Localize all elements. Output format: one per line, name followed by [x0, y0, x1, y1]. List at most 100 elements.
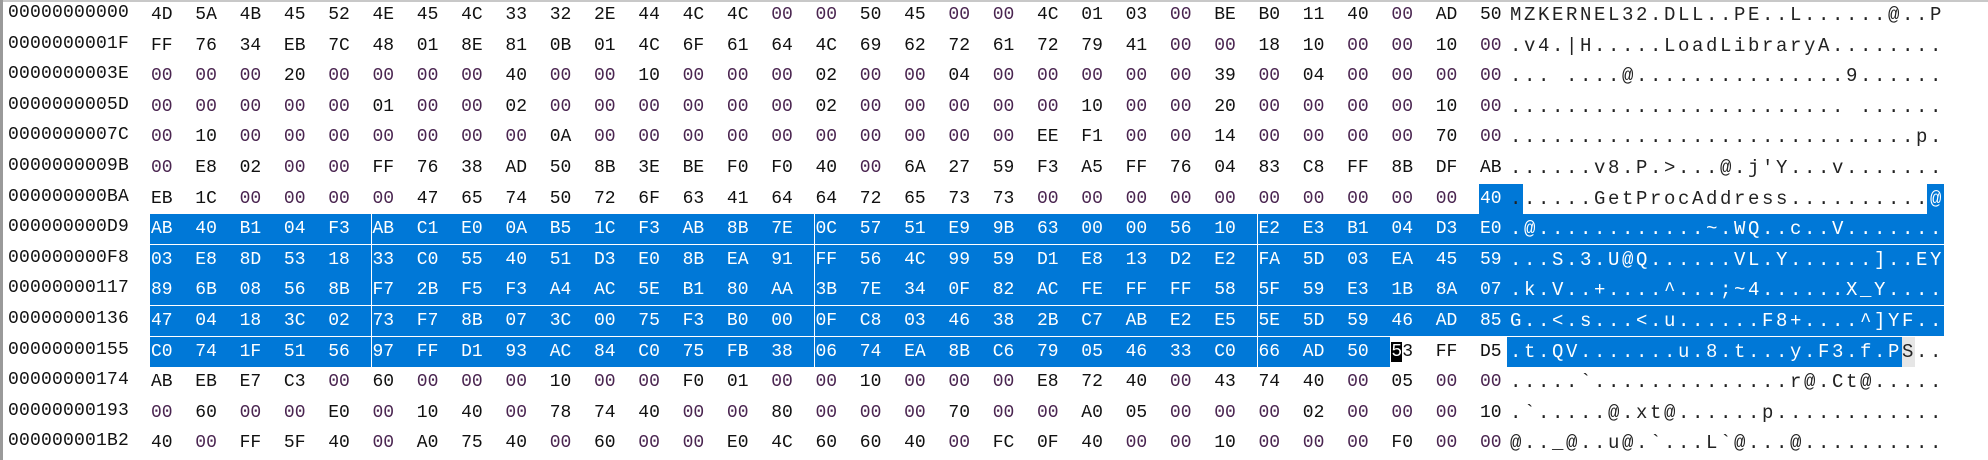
hex-byte[interactable]: 74 [1258, 367, 1302, 397]
hex-byte[interactable]: C8 [1302, 153, 1346, 183]
hex-byte[interactable]: 00 [1435, 367, 1479, 397]
hex-byte[interactable]: 50 [1346, 336, 1391, 367]
hex-byte[interactable]: 6F [682, 31, 726, 61]
hex-byte[interactable]: 69 [859, 31, 903, 61]
hex-byte[interactable]: C3 [283, 367, 327, 397]
hex-byte[interactable]: FF [1435, 337, 1479, 367]
hex-byte[interactable]: 0A [504, 214, 549, 245]
hex-byte[interactable]: 59 [1346, 306, 1391, 336]
hex-byte[interactable]: 00 [859, 122, 903, 152]
hex-byte[interactable]: 97 [371, 336, 416, 367]
hex-byte[interactable]: E8 [1036, 367, 1080, 397]
hex-byte[interactable]: 72 [1080, 367, 1124, 397]
hex-byte[interactable]: 74 [858, 336, 904, 367]
hex-byte[interactable]: 55 [460, 244, 505, 275]
hex-byte[interactable]: 00 [327, 122, 371, 152]
hex-byte[interactable]: 45 [416, 0, 460, 30]
hex-byte[interactable]: E9 [947, 214, 992, 245]
hex-byte[interactable]: A0 [416, 428, 460, 458]
ascii-text[interactable]: G..<.s...<.u......F8+....^]YF.. [1510, 306, 1944, 336]
hex-byte[interactable]: 04 [1213, 153, 1257, 183]
hex-byte[interactable]: 03 [903, 306, 948, 336]
hex-byte[interactable]: 00 [903, 367, 947, 397]
hex-byte[interactable]: 00 [194, 92, 238, 122]
hex-byte[interactable]: 00 [1258, 61, 1302, 91]
hex-byte[interactable]: 64 [770, 31, 814, 61]
hex-byte[interactable]: 00 [682, 122, 726, 152]
hex-byte[interactable]: 46 [1390, 306, 1435, 336]
hex-byte[interactable]: F7 [415, 306, 461, 336]
hex-byte[interactable]: 00 [283, 122, 327, 152]
hex-byte[interactable]: C6 [991, 336, 1036, 367]
hex-byte[interactable]: 27 [947, 153, 991, 183]
hex-byte[interactable]: 00 [416, 92, 460, 122]
hex-byte[interactable]: 0A [549, 122, 593, 152]
hex-byte[interactable]: 00 [637, 122, 681, 152]
hex-byte[interactable]: 59 [1301, 275, 1347, 306]
hex-byte[interactable]: 00 [1258, 184, 1302, 214]
hex-byte[interactable]: 3E [637, 153, 681, 183]
hex-byte[interactable]: 81 [504, 31, 548, 61]
hex-byte[interactable]: 05 [1125, 398, 1169, 428]
hex-byte[interactable]: 56 [1168, 214, 1214, 245]
hex-byte[interactable]: 00 [637, 92, 681, 122]
hex-byte[interactable]: 00 [770, 367, 814, 397]
hex-byte[interactable]: 00 [460, 122, 504, 152]
hex-byte[interactable]: 8B [681, 244, 726, 275]
hex-byte[interactable]: FA [1257, 244, 1302, 275]
hex-byte[interactable]: FC [992, 428, 1036, 458]
hex-byte[interactable]: 18 [327, 244, 372, 275]
hex-byte[interactable]: FF [1346, 153, 1390, 183]
hex-byte[interactable]: E0 [637, 244, 682, 275]
hex-byte[interactable]: 00 [770, 0, 814, 30]
hex-byte[interactable]: 40 [327, 428, 371, 458]
hex-byte[interactable]: C0 [415, 244, 461, 275]
hex-byte[interactable]: 00 [150, 122, 194, 152]
hex-byte[interactable]: 00 [1346, 122, 1390, 152]
hex-byte[interactable]: 01 [593, 31, 637, 61]
hex-byte[interactable]: 00 [1258, 398, 1302, 428]
hex-byte[interactable]: 00 [372, 428, 416, 458]
hex-byte[interactable]: 00 [239, 92, 283, 122]
hex-byte[interactable]: 00 [327, 184, 371, 214]
hex-byte[interactable]: 00 [1390, 122, 1434, 152]
hex-byte[interactable]: 00 [1390, 31, 1434, 61]
hex-byte[interactable]: F0 [1390, 428, 1434, 458]
hex-byte[interactable]: 00 [1346, 398, 1390, 428]
hex-byte[interactable]: 10 [194, 122, 238, 152]
hex-byte[interactable]: 52 [327, 0, 371, 30]
hex-byte[interactable]: 00 [682, 61, 726, 91]
hex-byte[interactable]: E5 [1213, 306, 1258, 336]
hex-byte[interactable]: 73 [371, 306, 416, 336]
hex-byte[interactable]: 7E [770, 214, 815, 245]
hex-byte[interactable]: 93 [504, 336, 549, 367]
hex-byte[interactable]: 00 [372, 184, 416, 214]
hex-byte[interactable]: FE [1080, 275, 1125, 306]
hex-byte[interactable]: 7E [858, 275, 904, 306]
hex-byte[interactable]: B1 [681, 275, 726, 306]
hex-byte[interactable]: 80 [725, 275, 771, 306]
hex-byte[interactable]: E0 [726, 428, 770, 458]
hex-byte[interactable]: 00 [1169, 398, 1213, 428]
hex-byte[interactable]: 00 [1390, 92, 1434, 122]
hex-byte[interactable]: 00 [239, 184, 283, 214]
hex-byte[interactable]: 00 [859, 398, 903, 428]
hex-byte[interactable]: 5D [1301, 306, 1347, 336]
hex-byte[interactable]: C0 [150, 336, 195, 367]
hex-byte[interactable]: 05 [1080, 336, 1125, 367]
hex-byte[interactable]: 5A [194, 0, 238, 30]
ascii-text[interactable]: ......GetProcAddress..........@ [1510, 184, 1944, 214]
hex-byte[interactable]: 00 [416, 122, 460, 152]
hex-byte[interactable]: D1 [1036, 244, 1081, 275]
hex-byte[interactable]: F5 [460, 275, 505, 306]
hex-byte[interactable]: E2 [1213, 244, 1258, 275]
hex-byte[interactable]: 00 [1390, 184, 1434, 214]
hex-byte[interactable]: FF [1124, 275, 1169, 306]
hex-byte[interactable]: 64 [770, 184, 814, 214]
hex-byte[interactable]: 10 [1080, 92, 1124, 122]
hex-byte[interactable]: 00 [1390, 61, 1434, 91]
hex-byte[interactable]: AD [504, 153, 548, 183]
ascii-text[interactable]: .k.V..+....^...;~4......X_Y.... [1510, 275, 1944, 305]
hex-byte[interactable]: 56 [327, 336, 372, 367]
hex-byte[interactable]: 00 [1036, 61, 1080, 91]
